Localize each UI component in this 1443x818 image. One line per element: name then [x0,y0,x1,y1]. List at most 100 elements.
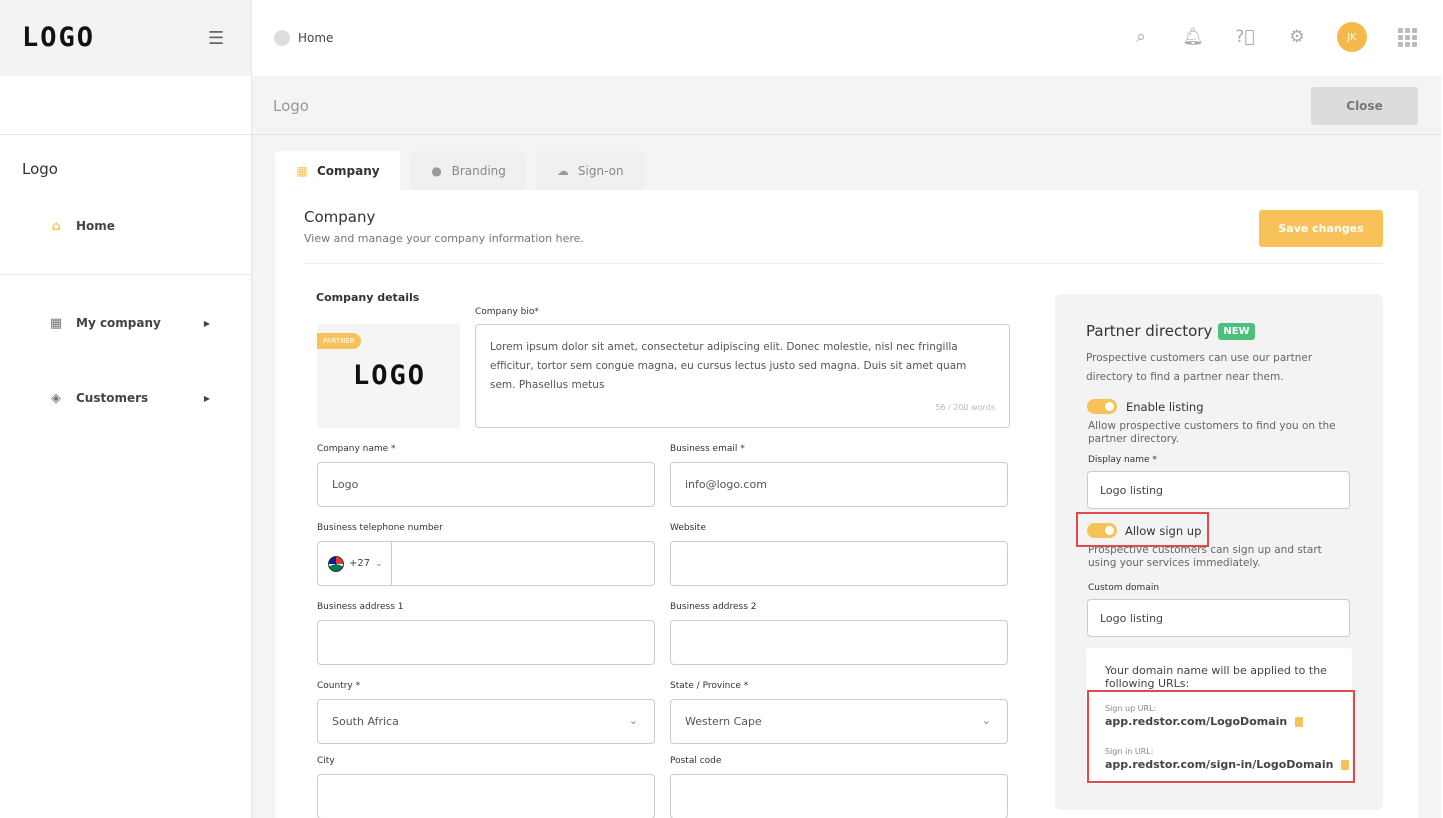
sidebar: LOGO ☰ Logo ⌂ Home ▦ My company ▶ ◈ Cust… [0,0,252,818]
tab-sign-on[interactable]: ☁ Sign-on [535,151,644,191]
section-subtitle: View and manage your company information… [304,232,584,245]
country-label: Country * [317,681,361,691]
tab-company[interactable]: ▦ Company [275,151,400,191]
sidebar-item-label: Customers [76,391,149,405]
url-hint: Your domain name will be applied to the … [1105,664,1327,690]
sidebar-section-title: Logo [22,160,58,178]
partner-directory-title: Partner directory NEW [1086,322,1255,340]
address1-label: Business address 1 [317,602,404,612]
caret-right-icon: ▶ [203,393,210,403]
sidebar-item-my-company[interactable]: ▦ My company ▶ [48,315,218,331]
field-value: info@logo.com [685,478,767,491]
company-bio-textarea[interactable]: Lorem ipsum dolor sit amet, consectetur … [475,324,1010,428]
chevron-down-icon: ⌄ [375,558,383,569]
tab-branding[interactable]: ● Branding [409,151,526,191]
word-count: 56 / 200 words [935,403,995,412]
address2-label: Business address 2 [670,602,757,612]
enable-listing-toggle[interactable] [1087,399,1117,414]
custom-domain-label: Custom domain [1088,583,1160,593]
custom-domain-field[interactable]: Logo listing [1087,599,1350,637]
website-field[interactable] [670,541,1008,586]
state-label: State / Province * [670,681,749,691]
search-icon[interactable]: ⌕ [1129,25,1153,49]
card-title: Partner directory [1086,322,1213,340]
tab-bar: ▦ Company ● Branding ☁ Sign-on [275,151,644,191]
close-button[interactable]: Close [1311,87,1418,125]
bio-text: Lorem ipsum dolor sit amet, consectetur … [490,341,967,391]
home-icon [274,30,290,46]
divider [0,274,252,275]
sidebar-item-home[interactable]: ⌂ Home [48,218,218,234]
bio-label: Company bio* [475,307,539,317]
apps-grid-icon[interactable] [1395,25,1419,49]
highlight-allow-signup [1076,512,1209,547]
sidebar-item-customers[interactable]: ◈ Customers ▶ [48,390,218,406]
chevron-down-icon: ⌄ [981,714,991,727]
phone-field[interactable]: +27 ⌄ [317,541,655,586]
tab-label: Sign-on [577,164,624,178]
tab-label: Company [317,164,380,178]
country-code: +27 [349,558,371,569]
customers-icon: ◈ [51,390,61,406]
sidebar-item-label: Home [76,219,115,233]
page-header: Logo Close [252,76,1441,135]
tab-label: Branding [451,164,506,178]
postal-code-field[interactable] [670,774,1008,818]
home-icon: ⌂ [51,218,61,234]
avatar[interactable]: JK [1337,22,1367,52]
partner-badge: PARTNER [317,333,361,349]
country-select[interactable]: South Africa ⌄ [317,699,655,744]
address2-field[interactable] [670,620,1008,665]
breadcrumb[interactable]: Home [274,30,333,46]
gear-icon[interactable]: ⚙ [1285,25,1309,49]
palette-icon: ● [431,164,442,178]
company-name-label: Company name * [317,444,396,454]
help-icon[interactable]: ?⃝ [1233,25,1257,49]
sidebar-header: LOGO ☰ [0,0,251,76]
city-label: City [317,756,335,766]
business-email-label: Business email * [670,444,745,454]
page-title: Logo [273,97,309,115]
company-logo: LOGO [353,360,427,391]
field-value: Logo listing [1100,611,1164,625]
enable-listing-label: Enable listing [1126,400,1204,414]
display-name-label: Display name * [1088,455,1157,465]
business-email-field[interactable]: info@logo.com [670,462,1008,507]
field-value: Logo [332,478,359,491]
city-field[interactable] [317,774,655,818]
divider [0,134,252,135]
partner-directory-description: Prospective customers can use our partne… [1086,352,1313,383]
top-icons: ⌕ 🔔︎ ?⃝ ⚙ JK [1129,22,1419,52]
top-bar: Home ⌕ 🔔︎ ?⃝ ⚙ JK [252,0,1441,76]
app-logo[interactable]: LOGO [22,22,95,53]
divider [304,263,1383,264]
sidebar-item-label: My company [76,316,161,330]
company-details-label: Company details [316,291,420,304]
state-select[interactable]: Western Cape ⌄ [670,699,1008,744]
highlight-urls [1087,690,1355,783]
building-icon: ▦ [49,315,63,331]
field-value: Logo listing [1100,483,1164,497]
address1-field[interactable] [317,620,655,665]
company-name-field[interactable]: Logo [317,462,655,507]
phone-label: Business telephone number [317,523,443,533]
caret-right-icon: ▶ [203,318,210,328]
chevron-down-icon: ⌄ [628,714,638,727]
postal-label: Postal code [670,756,722,766]
save-changes-button[interactable]: Save changes [1259,210,1383,247]
field-value: South Africa [332,715,399,728]
field-value: Western Cape [685,715,762,728]
enable-listing-description: Allow prospective customers to find you … [1088,420,1336,445]
section-title: Company [304,208,376,226]
building-icon: ▦ [296,164,308,178]
bell-icon[interactable]: 🔔︎ [1181,25,1205,49]
website-label: Website [670,523,706,533]
company-logo-upload[interactable]: PARTNER LOGO [317,324,460,428]
allow-signup-description: Prospective customers can sign up and st… [1088,544,1322,569]
breadcrumb-home[interactable]: Home [298,31,333,45]
collapse-menu-icon[interactable]: ☰ [208,28,224,49]
country-code-select[interactable]: +27 ⌄ [318,542,392,585]
flag-icon [328,555,344,572]
display-name-field[interactable]: Logo listing [1087,471,1350,509]
fingerprint-icon: ☁ [556,164,569,178]
